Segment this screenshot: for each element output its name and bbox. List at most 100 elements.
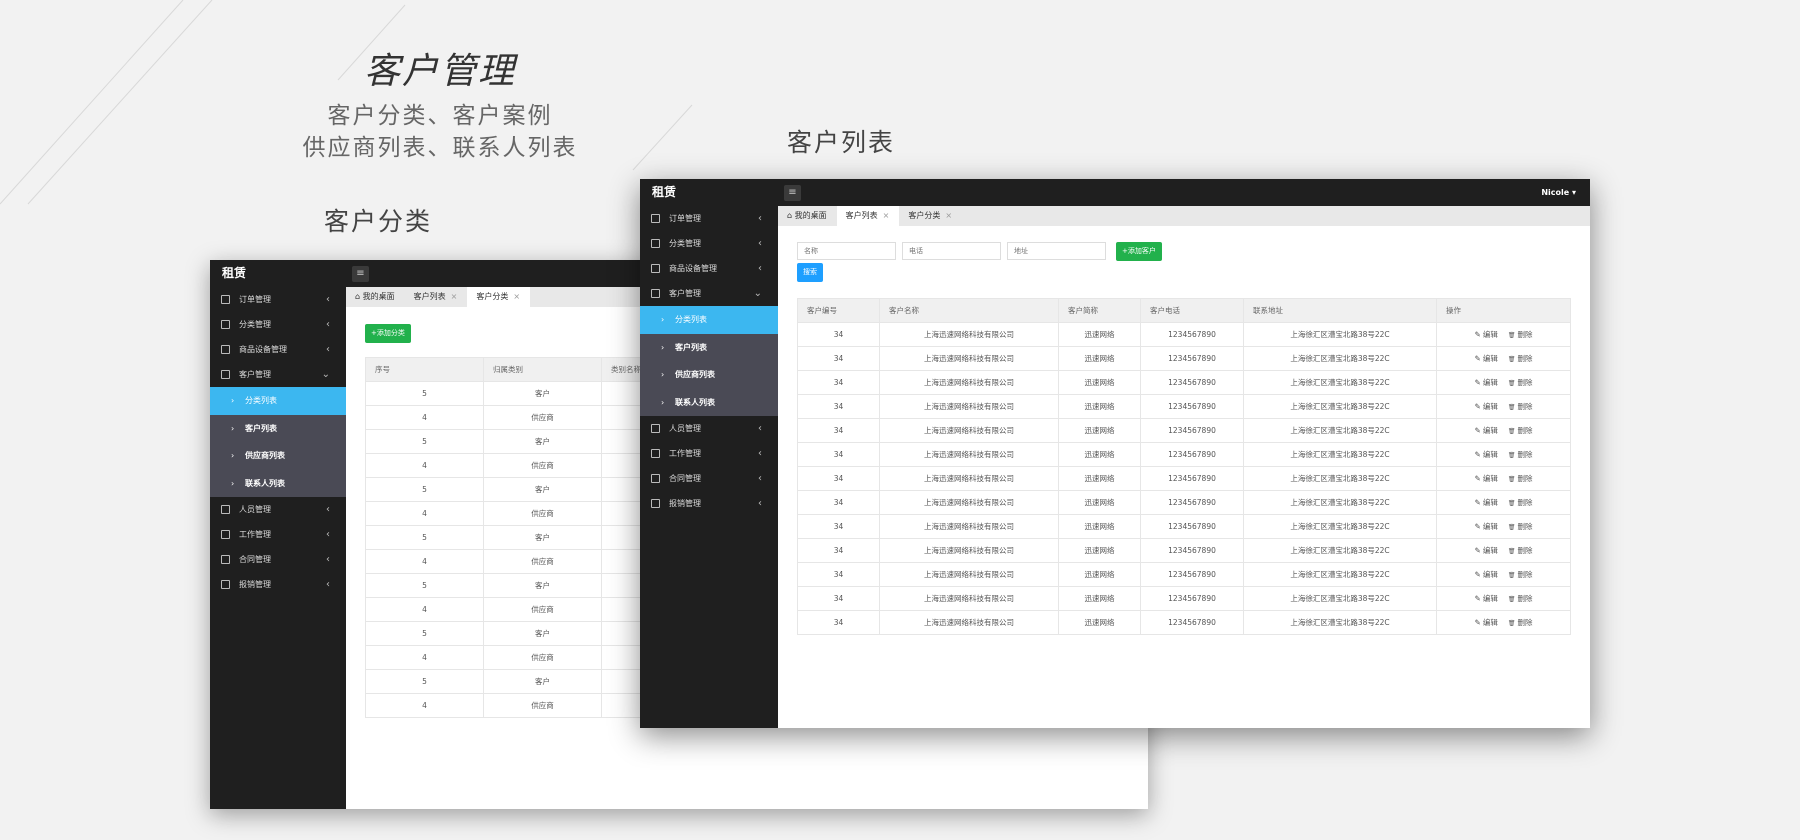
submenu: › 分类列表 › 客户列表 › 供应商列表 › 联系人列表	[210, 387, 346, 497]
edit-button[interactable]: ✎ 编辑	[1475, 570, 1498, 579]
tab[interactable]: 客户分类 ×	[899, 206, 962, 226]
edit-button[interactable]: ✎ 编辑	[1475, 378, 1498, 387]
delete-button[interactable]: 🗑 删除	[1508, 426, 1533, 435]
menu-item-category[interactable]: 分类管理 ‹	[210, 312, 346, 337]
menu-item-product[interactable]: 商品设备管理 ‹	[640, 256, 778, 281]
trash-icon: 🗑	[1507, 572, 1516, 579]
table-cell: 迅速网络	[1058, 586, 1141, 611]
actions-cell: ✎ 编辑 🗑 删除	[1436, 442, 1571, 467]
actions-cell: ✎ 编辑 🗑 删除	[1436, 610, 1571, 635]
menu-item-order[interactable]: 订单管理 ‹	[640, 206, 778, 231]
chevron-left-icon: ‹	[758, 263, 762, 274]
delete-button[interactable]: 🗑 删除	[1508, 474, 1533, 483]
product-icon	[651, 264, 660, 273]
submenu-item[interactable]: › 分类列表	[640, 306, 778, 334]
user-menu[interactable]: Nicole ▾	[1541, 179, 1576, 206]
menu-item-customer[interactable]: 客户管理 ⌄	[210, 362, 346, 387]
menu-item-staff[interactable]: 人员管理 ‹	[210, 497, 346, 522]
submenu-item[interactable]: › 客户列表	[210, 415, 346, 443]
close-icon[interactable]: ×	[883, 211, 890, 220]
submenu-item-label: 客户列表	[675, 342, 707, 352]
chevron-left-icon: ‹	[326, 294, 330, 305]
tab-label: 客户列表	[413, 292, 446, 301]
close-icon[interactable]: ×	[945, 211, 952, 220]
menu-item-expense[interactable]: 报销管理 ‹	[640, 491, 778, 516]
name-input[interactable]	[797, 242, 896, 260]
search-button[interactable]: 搜索	[797, 263, 823, 282]
menu-item-contract[interactable]: 合同管理 ‹	[640, 466, 778, 491]
table-cell: 上海迅速网络科技有限公司	[879, 538, 1059, 563]
tab-label: 我的桌面	[794, 211, 827, 220]
tab[interactable]: 客户列表 ×	[836, 206, 900, 226]
edit-button[interactable]: ✎ 编辑	[1475, 450, 1498, 459]
table-cell: 迅速网络	[1058, 610, 1141, 635]
delete-button[interactable]: 🗑 删除	[1508, 522, 1533, 531]
chevron-left-icon: ‹	[758, 238, 762, 249]
edit-button[interactable]: ✎ 编辑	[1475, 594, 1498, 603]
address-input[interactable]	[1007, 242, 1106, 260]
delete-button[interactable]: 🗑 删除	[1508, 402, 1533, 411]
add-customer-button[interactable]: +添加客户	[1116, 242, 1162, 261]
edit-button[interactable]: ✎ 编辑	[1475, 426, 1498, 435]
edit-button[interactable]: ✎ 编辑	[1475, 474, 1498, 483]
tab[interactable]: 客户分类 ×	[467, 287, 531, 307]
delete-label: 删除	[1517, 330, 1533, 339]
tab[interactable]: ⌂ 我的桌面	[778, 206, 837, 226]
menu-item-contract[interactable]: 合同管理 ‹	[210, 547, 346, 572]
submenu-item[interactable]: › 联系人列表	[210, 470, 346, 498]
menu-item-expense[interactable]: 报销管理 ‹	[210, 572, 346, 597]
phone-input[interactable]	[902, 242, 1001, 260]
edit-button[interactable]: ✎ 编辑	[1475, 354, 1498, 363]
table-row: 34 上海迅速网络科技有限公司 迅速网络 1234567890 上海徐汇区漕宝北路38号…	[797, 538, 1571, 563]
delete-button[interactable]: 🗑 删除	[1508, 570, 1533, 579]
close-icon[interactable]: ×	[513, 292, 520, 301]
menu-item-product[interactable]: 商品设备管理 ‹	[210, 337, 346, 362]
delete-button[interactable]: 🗑 删除	[1508, 546, 1533, 555]
menu-item-staff[interactable]: 人员管理 ‹	[640, 416, 778, 441]
submenu-item[interactable]: › 客户列表	[640, 334, 778, 362]
edit-button[interactable]: ✎ 编辑	[1475, 522, 1498, 531]
table-cell: 供应商	[483, 453, 602, 478]
close-icon[interactable]: ×	[451, 292, 458, 301]
pencil-icon: ✎	[1474, 330, 1481, 339]
table-cell: 迅速网络	[1058, 394, 1141, 419]
menu-item-label: 订单管理	[239, 295, 271, 304]
delete-button[interactable]: 🗑 删除	[1508, 354, 1533, 363]
table-cell: 供应商	[483, 693, 602, 718]
tab[interactable]: 客户列表 ×	[405, 287, 468, 307]
menu-toggle-icon[interactable]: ≡	[352, 266, 369, 282]
menu-item-customer[interactable]: 客户管理 ⌄	[640, 281, 778, 306]
table-cell: 迅速网络	[1058, 490, 1141, 515]
table-row: 34 上海迅速网络科技有限公司 迅速网络 1234567890 上海徐汇区漕宝北路38号…	[797, 418, 1571, 443]
pencil-icon: ✎	[1474, 618, 1481, 627]
delete-button[interactable]: 🗑 删除	[1508, 330, 1533, 339]
submenu-item[interactable]: › 供应商列表	[210, 442, 346, 470]
table-cell: 5	[365, 477, 484, 502]
menu-item-work[interactable]: 工作管理 ‹	[640, 441, 778, 466]
menu-item-category[interactable]: 分类管理 ‹	[640, 231, 778, 256]
submenu-item[interactable]: › 分类列表	[210, 387, 346, 415]
delete-button[interactable]: 🗑 删除	[1508, 378, 1533, 387]
menu-item-work[interactable]: 工作管理 ‹	[210, 522, 346, 547]
edit-button[interactable]: ✎ 编辑	[1475, 402, 1498, 411]
table-cell: 1234567890	[1140, 538, 1244, 563]
edit-button[interactable]: ✎ 编辑	[1475, 546, 1498, 555]
column-header: 客户名称	[879, 298, 1059, 323]
submenu-item[interactable]: › 供应商列表	[640, 361, 778, 389]
edit-button[interactable]: ✎ 编辑	[1475, 330, 1498, 339]
edit-button[interactable]: ✎ 编辑	[1475, 618, 1498, 627]
tab[interactable]: ⌂ 我的桌面	[346, 287, 405, 307]
table-cell: 1234567890	[1140, 562, 1244, 587]
menu-item-order[interactable]: 订单管理 ‹	[210, 287, 346, 312]
edit-button[interactable]: ✎ 编辑	[1475, 498, 1498, 507]
column-header: 客户编号	[797, 298, 880, 323]
delete-button[interactable]: 🗑 删除	[1508, 450, 1533, 459]
add-category-button[interactable]: +添加分类	[365, 324, 411, 343]
menu-toggle-icon[interactable]: ≡	[784, 185, 801, 201]
delete-button[interactable]: 🗑 删除	[1508, 498, 1533, 507]
delete-button[interactable]: 🗑 删除	[1508, 618, 1533, 627]
trash-icon: 🗑	[1507, 428, 1516, 435]
submenu-item[interactable]: › 联系人列表	[640, 389, 778, 417]
delete-button[interactable]: 🗑 删除	[1508, 594, 1533, 603]
column-header: 联系地址	[1243, 298, 1437, 323]
